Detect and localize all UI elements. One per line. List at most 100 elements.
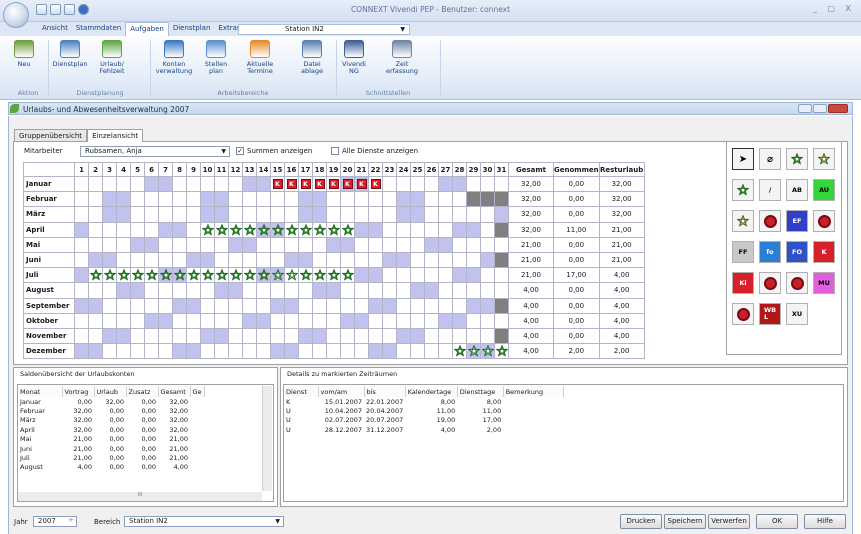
day-cell[interactable] [172, 175, 187, 193]
day-cell[interactable] [130, 236, 145, 253]
ff-icon[interactable]: FF [732, 241, 754, 263]
day-cell[interactable] [382, 327, 397, 345]
details-header[interactable]: Dienst [284, 386, 319, 397]
day-cell[interactable] [382, 191, 397, 208]
bereich-dropdown[interactable]: Station IN2 ▼ [124, 516, 284, 527]
day-cell[interactable] [88, 251, 103, 269]
day-cell[interactable] [172, 206, 187, 223]
table-row[interactable]: U 10.04.2007 20.04.2007 11,00 11,00 [284, 406, 563, 415]
day-cell[interactable] [172, 221, 187, 238]
details-header[interactable]: Diensttage [457, 386, 504, 397]
day-cell[interactable] [396, 282, 411, 299]
day-cell[interactable] [144, 267, 159, 284]
day-cell[interactable] [410, 191, 425, 208]
day-cell[interactable] [424, 191, 439, 208]
day-cell[interactable] [172, 282, 187, 299]
day-cell[interactable] [396, 267, 411, 284]
day-cell[interactable] [424, 175, 439, 193]
day-cell[interactable] [424, 236, 439, 253]
table-row[interactable]: Mai 21,00 0,00 0,00 21,00 [18, 435, 204, 444]
day-cell[interactable] [172, 267, 187, 284]
day-cell[interactable] [102, 282, 117, 299]
red-badge-icon[interactable] [732, 303, 754, 325]
day-cell[interactable] [256, 221, 271, 238]
k-icon[interactable]: K [813, 241, 835, 263]
xu-icon[interactable]: XU [786, 303, 808, 325]
day-cell[interactable] [340, 327, 355, 345]
day-cell[interactable] [494, 206, 509, 223]
day-cell[interactable] [452, 267, 467, 284]
day-cell[interactable] [396, 191, 411, 208]
day-cell[interactable] [88, 343, 103, 360]
day-cell[interactable] [88, 312, 103, 329]
details-header[interactable]: Kalendertage [405, 386, 458, 397]
day-cell[interactable] [480, 267, 495, 284]
day-cell[interactable] [368, 282, 383, 299]
day-cell[interactable] [88, 175, 103, 193]
day-cell[interactable] [242, 267, 257, 284]
day-cell[interactable] [466, 312, 481, 329]
salden-horizontal-scrollbar[interactable]: III [18, 492, 262, 501]
day-cell[interactable] [396, 297, 411, 314]
day-cell[interactable] [200, 327, 215, 345]
day-cell[interactable] [144, 206, 159, 223]
day-cell[interactable] [242, 312, 257, 329]
day-cell[interactable] [480, 175, 495, 193]
restore-button[interactable] [813, 104, 827, 113]
day-cell[interactable] [116, 327, 131, 345]
day-cell[interactable] [298, 297, 313, 314]
day-cell[interactable] [270, 251, 285, 269]
ribbon-button-8[interactable]: Zeit erfassung [380, 40, 424, 75]
day-cell[interactable] [200, 297, 215, 314]
day-cell[interactable] [270, 297, 285, 314]
day-cell[interactable] [494, 191, 509, 208]
day-cell[interactable] [172, 236, 187, 253]
day-cell[interactable] [130, 297, 145, 314]
alle-dienste-checkbox[interactable] [331, 147, 339, 155]
ribbon-button-3[interactable]: Konten verwaltung [152, 40, 196, 75]
day-cell[interactable] [284, 236, 299, 253]
day-cell[interactable] [74, 191, 89, 208]
verwerfen-button[interactable]: Verwerfen [708, 514, 750, 529]
ribbon-tab-2[interactable]: Aufgaben [125, 22, 169, 36]
day-cell[interactable] [270, 221, 285, 238]
day-cell[interactable]: K [270, 175, 285, 193]
day-cell[interactable] [116, 282, 131, 299]
day-cell[interactable] [186, 221, 201, 238]
day-cell[interactable] [242, 343, 257, 360]
details-header[interactable]: vom/am [318, 386, 365, 397]
day-cell[interactable] [228, 312, 243, 329]
day-cell[interactable] [130, 343, 145, 360]
day-cell[interactable] [340, 297, 355, 314]
day-cell[interactable] [200, 251, 215, 269]
day-cell[interactable] [452, 175, 467, 193]
day-cell[interactable] [144, 297, 159, 314]
day-cell[interactable] [466, 206, 481, 223]
day-cell[interactable] [438, 251, 453, 269]
day-cell[interactable] [116, 267, 131, 284]
day-cell[interactable] [466, 282, 481, 299]
day-cell[interactable] [116, 221, 131, 238]
salden-header[interactable]: Urlaub [94, 386, 127, 397]
day-cell[interactable] [214, 343, 229, 360]
wbl-icon[interactable]: WB L [759, 303, 781, 325]
day-cell[interactable] [326, 206, 341, 223]
day-cell[interactable] [494, 221, 509, 238]
day-cell[interactable] [200, 267, 215, 284]
day-cell[interactable] [298, 282, 313, 299]
mu-icon[interactable]: MU [813, 272, 835, 294]
day-cell[interactable] [424, 312, 439, 329]
day-cell[interactable] [270, 282, 285, 299]
day-cell[interactable] [466, 191, 481, 208]
day-cell[interactable] [270, 191, 285, 208]
day-cell[interactable] [228, 282, 243, 299]
table-row[interactable]: April 32,00 0,00 0,00 32,00 [18, 425, 204, 434]
day-cell[interactable] [88, 297, 103, 314]
day-cell[interactable] [354, 206, 369, 223]
day-cell[interactable] [116, 312, 131, 329]
day-cell[interactable] [298, 312, 313, 329]
day-cell[interactable] [214, 236, 229, 253]
day-cell[interactable] [480, 312, 495, 329]
day-cell[interactable] [172, 251, 187, 269]
day-cell[interactable] [312, 267, 327, 284]
